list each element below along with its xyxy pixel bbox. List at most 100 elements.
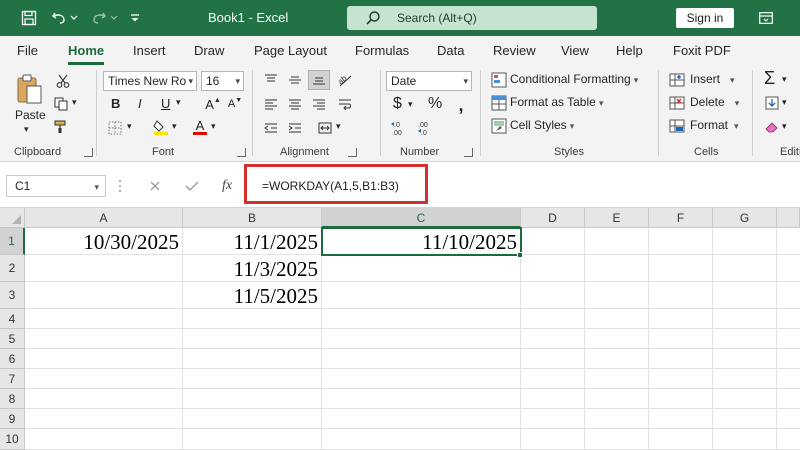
align-bottom-icon[interactable] xyxy=(308,70,330,90)
tab-view[interactable]: View xyxy=(561,43,589,58)
accounting-format-button[interactable]: $ xyxy=(393,95,402,113)
number-format-dropdown-icon[interactable]: ▾ xyxy=(463,72,468,90)
wrap-text-icon[interactable] xyxy=(336,96,354,112)
accounting-dropdown-icon[interactable]: ▾ xyxy=(408,99,413,110)
ribbon-display-options-icon[interactable] xyxy=(756,8,776,28)
formula-bar-resize-handle[interactable] xyxy=(118,178,122,194)
font-color-icon[interactable]: A xyxy=(191,118,209,136)
clear-icon[interactable] xyxy=(764,118,780,136)
underline-button[interactable]: U xyxy=(161,96,170,111)
row-header-1[interactable]: 1 xyxy=(0,228,25,255)
increase-font-size-icon[interactable]: A ▲ xyxy=(204,96,222,112)
number-format-combo[interactable]: Date ▾ xyxy=(386,71,472,91)
row-header-2[interactable]: 2 xyxy=(0,255,25,282)
confirm-entry-icon[interactable] xyxy=(181,176,203,196)
row-header-9[interactable]: 9 xyxy=(0,409,25,429)
font-name-dropdown-icon[interactable]: ▾ xyxy=(188,72,193,90)
autosum-dropdown-icon[interactable]: ▾ xyxy=(782,74,787,85)
sign-in-button[interactable]: Sign in xyxy=(676,8,734,28)
bold-button[interactable]: B xyxy=(111,96,120,111)
cell-styles-button[interactable]: Cell Styles ▾ xyxy=(510,118,574,132)
delete-cells-icon[interactable] xyxy=(668,94,686,112)
clear-dropdown-icon[interactable]: ▾ xyxy=(782,121,787,132)
decrease-decimal-icon[interactable]: .00.0 xyxy=(416,118,438,138)
tab-home[interactable]: Home xyxy=(68,43,105,65)
tab-help[interactable]: Help xyxy=(616,43,643,58)
font-launcher-icon[interactable] xyxy=(237,148,246,157)
tab-file[interactable]: File xyxy=(17,43,38,58)
percent-style-button[interactable]: % xyxy=(428,95,442,113)
increase-indent-icon[interactable] xyxy=(286,120,304,136)
number-launcher-icon[interactable] xyxy=(464,148,473,157)
decrease-font-size-icon[interactable]: A ▼ xyxy=(226,96,244,112)
cell-a1[interactable]: 10/30/2025 xyxy=(25,230,182,255)
alignment-launcher-icon[interactable] xyxy=(348,148,357,157)
format-as-table-button[interactable]: Format as Table ▾ xyxy=(510,95,603,109)
tab-data[interactable]: Data xyxy=(437,43,464,58)
conditional-formatting-button[interactable]: Conditional Formatting ▾ xyxy=(510,72,638,86)
italic-button[interactable]: I xyxy=(138,96,142,111)
orientation-icon[interactable]: ab xyxy=(336,71,354,89)
undo-dropdown-icon[interactable] xyxy=(68,8,80,28)
undo-icon[interactable] xyxy=(48,8,70,28)
column-header-b[interactable]: B xyxy=(183,208,322,228)
clipboard-launcher-icon[interactable] xyxy=(84,148,93,157)
fill-dropdown-icon[interactable]: ▾ xyxy=(782,97,787,108)
row-header-5[interactable]: 5 xyxy=(0,329,25,349)
customize-quick-access-icon[interactable] xyxy=(124,8,146,28)
row-header-3[interactable]: 3 xyxy=(0,282,25,309)
font-size-dropdown-icon[interactable]: ▾ xyxy=(235,72,240,90)
tab-page-layout[interactable]: Page Layout xyxy=(254,43,327,58)
fill-icon[interactable] xyxy=(764,94,780,112)
name-box-dropdown-icon[interactable]: ▾ xyxy=(94,177,99,197)
insert-cells-button[interactable]: Insert ▾ xyxy=(690,72,735,86)
align-middle-icon[interactable] xyxy=(286,72,304,88)
column-header-d[interactable]: D xyxy=(521,208,585,228)
fill-color-icon[interactable] xyxy=(152,118,170,136)
fill-handle[interactable] xyxy=(517,252,523,258)
increase-decimal-icon[interactable]: .0.00 xyxy=(390,118,412,138)
borders-icon[interactable] xyxy=(106,120,124,136)
redo-icon[interactable] xyxy=(88,8,110,28)
cut-icon[interactable] xyxy=(54,72,72,90)
delete-cells-button[interactable]: Delete ▾ xyxy=(690,95,739,109)
insert-function-button[interactable]: fx xyxy=(216,176,238,196)
cell-b3[interactable]: 11/5/2025 xyxy=(183,284,321,309)
underline-dropdown-icon[interactable]: ▾ xyxy=(176,97,181,108)
conditional-formatting-icon[interactable] xyxy=(490,71,508,89)
paste-icon[interactable] xyxy=(14,72,46,106)
format-cells-button[interactable]: Format ▾ xyxy=(690,118,739,132)
tab-insert[interactable]: Insert xyxy=(133,43,166,58)
column-header-a[interactable]: A xyxy=(25,208,183,228)
column-header-f[interactable]: F xyxy=(649,208,713,228)
row-header-7[interactable]: 7 xyxy=(0,369,25,389)
name-box[interactable]: C1 ▾ xyxy=(6,175,106,197)
align-right-icon[interactable] xyxy=(310,96,328,112)
paste-dropdown-icon[interactable]: ▾ xyxy=(24,124,29,135)
row-header-4[interactable]: 4 xyxy=(0,309,25,329)
paste-label[interactable]: Paste xyxy=(15,108,46,122)
tab-foxit-pdf[interactable]: Foxit PDF xyxy=(673,43,731,58)
column-header-g[interactable]: G xyxy=(713,208,777,228)
redo-dropdown-icon[interactable] xyxy=(108,8,120,28)
align-top-icon[interactable] xyxy=(262,72,280,88)
comma-style-icon[interactable]: , xyxy=(452,96,470,114)
worksheet-grid[interactable]: A B C D E F G 1 2 3 4 5 6 7 8 9 10 10/30… xyxy=(0,208,800,450)
cancel-entry-icon[interactable] xyxy=(144,176,166,196)
copy-dropdown-icon[interactable]: ▾ xyxy=(72,97,77,108)
insert-cells-icon[interactable] xyxy=(668,71,686,89)
cell-b1[interactable]: 11/1/2025 xyxy=(183,230,321,255)
font-name-combo[interactable]: Times New Ro ▾ xyxy=(103,71,197,91)
cell-b2[interactable]: 11/3/2025 xyxy=(183,257,321,282)
format-as-table-icon[interactable] xyxy=(490,94,508,112)
save-icon[interactable] xyxy=(18,8,40,28)
row-header-6[interactable]: 6 xyxy=(0,349,25,369)
cell-styles-icon[interactable] xyxy=(490,117,508,135)
format-cells-icon[interactable] xyxy=(668,117,686,135)
align-left-icon[interactable] xyxy=(262,96,280,112)
merge-dropdown-icon[interactable]: ▾ xyxy=(336,121,341,132)
autosum-icon[interactable]: Σ xyxy=(764,68,775,89)
decrease-indent-icon[interactable] xyxy=(262,120,280,136)
column-header-e[interactable]: E xyxy=(585,208,649,228)
borders-dropdown-icon[interactable]: ▾ xyxy=(127,121,132,132)
